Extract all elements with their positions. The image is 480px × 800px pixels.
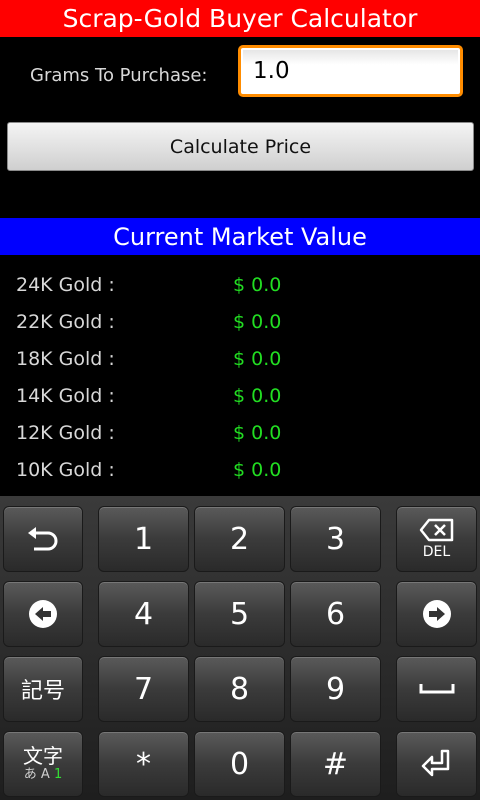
market-row-14k: 14K Gold : $ 0.0 bbox=[0, 378, 480, 415]
market-row-12k: 12K Gold : $ 0.0 bbox=[0, 415, 480, 452]
market-label: 14K Gold : bbox=[16, 385, 115, 407]
undo-key[interactable] bbox=[3, 506, 83, 572]
key-asterisk[interactable]: * bbox=[98, 731, 189, 797]
market-value: $ 0.0 bbox=[233, 274, 282, 296]
market-value: $ 0.0 bbox=[233, 385, 282, 407]
key-5[interactable]: 5 bbox=[194, 581, 285, 647]
key-hash[interactable]: # bbox=[290, 731, 381, 797]
calculate-price-button[interactable]: Calculate Price bbox=[7, 122, 474, 171]
enter-key[interactable] bbox=[396, 731, 477, 797]
market-row-10k: 10K Gold : $ 0.0 bbox=[0, 452, 480, 489]
market-label: 22K Gold : bbox=[16, 311, 115, 333]
key-4[interactable]: 4 bbox=[98, 581, 189, 647]
market-label: 18K Gold : bbox=[16, 348, 115, 370]
key-2[interactable]: 2 bbox=[194, 506, 285, 572]
key-7[interactable]: 7 bbox=[98, 656, 189, 722]
grams-input[interactable] bbox=[243, 50, 458, 92]
key-9[interactable]: 9 bbox=[290, 656, 381, 722]
cursor-left-key[interactable] bbox=[3, 581, 83, 647]
key-6[interactable]: 6 bbox=[290, 581, 381, 647]
undo-icon bbox=[28, 527, 58, 551]
cursor-right-key[interactable] bbox=[396, 581, 477, 647]
input-mode-kana: あ A bbox=[23, 767, 54, 782]
market-label: 12K Gold : bbox=[16, 422, 115, 444]
market-row-18k: 18K Gold : $ 0.0 bbox=[0, 341, 480, 378]
market-value-header: Current Market Value bbox=[0, 218, 480, 255]
backspace-icon bbox=[419, 518, 453, 542]
space-icon bbox=[419, 684, 454, 694]
market-label: 24K Gold : bbox=[16, 274, 115, 296]
market-row-22k: 22K Gold : $ 0.0 bbox=[0, 304, 480, 341]
input-mode-label: 文字 bbox=[23, 744, 63, 768]
market-value: $ 0.0 bbox=[233, 311, 282, 333]
symbols-key[interactable]: 記号 bbox=[3, 656, 83, 722]
delete-key-label: DEL bbox=[422, 544, 451, 560]
input-mode-key[interactable]: 文字 あ A 1 bbox=[3, 731, 83, 797]
grams-label: Grams To Purchase: bbox=[30, 65, 208, 86]
arrow-left-icon bbox=[29, 600, 57, 628]
market-value: $ 0.0 bbox=[233, 459, 282, 481]
app-title: Scrap-Gold Buyer Calculator bbox=[62, 4, 418, 33]
key-1[interactable]: 1 bbox=[98, 506, 189, 572]
input-mode-sub: あ A 1 bbox=[24, 767, 62, 783]
key-0[interactable]: 0 bbox=[194, 731, 285, 797]
input-mode-number: 1 bbox=[53, 767, 63, 782]
app-title-bar: Scrap-Gold Buyer Calculator bbox=[0, 0, 480, 37]
delete-key[interactable]: DEL bbox=[396, 506, 477, 572]
enter-icon bbox=[421, 749, 449, 777]
grams-input-frame bbox=[238, 45, 463, 97]
key-8[interactable]: 8 bbox=[194, 656, 285, 722]
arrow-right-icon bbox=[422, 600, 451, 628]
space-key[interactable] bbox=[396, 656, 477, 722]
key-3[interactable]: 3 bbox=[290, 506, 381, 572]
market-label: 10K Gold : bbox=[16, 459, 115, 481]
market-value-title: Current Market Value bbox=[113, 222, 367, 251]
market-row-24k: 24K Gold : $ 0.0 bbox=[0, 267, 480, 304]
market-value: $ 0.0 bbox=[233, 348, 282, 370]
market-value: $ 0.0 bbox=[233, 422, 282, 444]
numeric-keyboard: 1 2 3 DEL 4 5 6 記号 7 8 9 文字 あ A 1 * 0 # bbox=[0, 496, 480, 800]
